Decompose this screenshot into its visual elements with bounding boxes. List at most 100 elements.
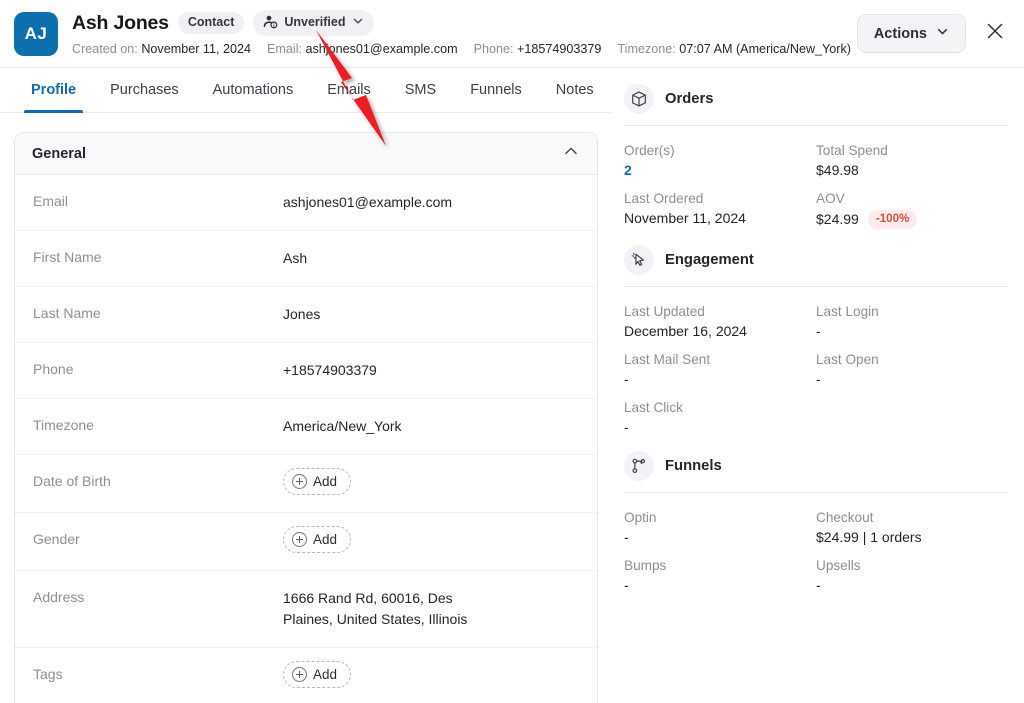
metric-value: $49.98	[816, 162, 859, 178]
panel-header: Funnels	[624, 441, 1008, 492]
close-button[interactable]	[982, 21, 1008, 47]
add-button-label: Add	[313, 667, 338, 682]
header-meta-row: Created on: November 11, 2024 Email: ash…	[72, 42, 857, 56]
timezone-label: Timezone:	[617, 42, 676, 56]
metric-label: Upsells	[816, 557, 861, 573]
metric-label: Last Mail Sent	[624, 351, 711, 367]
avatar: AJ	[14, 11, 58, 56]
metric-value-wrap: -	[624, 371, 816, 387]
divider	[624, 285, 1008, 287]
panel-header: Orders	[624, 74, 1008, 125]
metric-value-wrap: -	[624, 419, 816, 435]
field-row: Date of Birth Add	[15, 455, 597, 513]
chevron-up-icon[interactable]	[562, 142, 580, 165]
field-value: ashjones01@example.com	[283, 194, 453, 210]
created-on-meta: Created on: November 11, 2024	[72, 42, 251, 56]
tab-notes[interactable]: Notes	[539, 68, 611, 112]
field-value: 1666 Rand Rd, 60016, Des Plaines, United…	[283, 590, 468, 627]
metric-cell: Bumps -	[624, 545, 816, 593]
tab-profile[interactable]: Profile	[14, 68, 93, 113]
metric-cell: Total Spend $49.98	[816, 130, 1008, 178]
metric-cell: Checkout $24.99 | 1 orders	[816, 497, 1008, 545]
field-value: Ash	[283, 250, 308, 266]
add-button[interactable]: Add	[283, 661, 352, 688]
actions-button-label: Actions	[873, 25, 927, 42]
field-value: +18574903379	[283, 362, 377, 378]
tab-purchases[interactable]: Purchases	[93, 68, 196, 112]
verification-status-label: Unverified	[284, 15, 346, 30]
field-value: Jones	[283, 306, 321, 322]
timezone-meta: Timezone: 07:07 AM (America/New_York)	[617, 42, 851, 56]
metric-value-wrap: -	[816, 323, 1008, 339]
metric-value-wrap: November 11, 2024	[624, 210, 816, 226]
field-label: Address	[33, 589, 85, 605]
metric-cell: Last Click -	[624, 387, 816, 435]
panel-orders: Orders Order(s) 2 Total Spend $49.98 Last Ord…	[624, 68, 1008, 229]
metric-value-wrap: $49.98	[816, 162, 1008, 178]
panel-title: Orders	[665, 91, 714, 107]
contact-detail-page: AJ Ash Jones Contact Unverified Created …	[0, 0, 1024, 703]
general-field-list: Email ashjones01@example.com First Name Ash…	[15, 175, 597, 703]
add-button-label: Add	[313, 532, 338, 547]
actions-button[interactable]: Actions	[856, 14, 966, 53]
add-button[interactable]: Add	[283, 526, 352, 553]
metric-value-wrap[interactable]: 2	[624, 162, 816, 178]
right-column: Orders Order(s) 2 Total Spend $49.98 Last Ord…	[612, 68, 1024, 703]
contact-type-label: Contact	[187, 15, 235, 30]
created-on-value: November 11, 2024	[141, 42, 251, 56]
panel-engagement: Engagement Last Updated December 16, 2024 L…	[624, 229, 1008, 435]
metric-cell: Last Updated December 16, 2024	[624, 291, 816, 339]
metric-cell: AOV $24.99 -100%	[816, 178, 1008, 229]
metric-label: Total Spend	[816, 143, 888, 158]
metric-value-wrap: -	[624, 529, 816, 545]
general-card-title: General	[32, 145, 86, 162]
metric-value-wrap: $24.99 -100%	[816, 210, 1008, 229]
metric-value: -	[624, 370, 629, 387]
metric-label: Last Open	[816, 351, 879, 367]
plus-circle-icon	[292, 667, 307, 682]
tab-emails[interactable]: Emails	[310, 68, 388, 112]
tab-label: Profile	[31, 82, 77, 98]
add-button[interactable]: Add	[283, 468, 352, 495]
field-row: First Name Ash	[15, 231, 597, 287]
plus-circle-icon	[292, 532, 307, 547]
metric-cell: Last Ordered November 11, 2024	[624, 178, 816, 229]
metric-cell: Last Mail Sent -	[624, 339, 816, 387]
field-value: America/New_York	[283, 418, 402, 434]
chevron-down-icon	[352, 15, 364, 30]
general-card-header[interactable]: General	[15, 133, 597, 175]
metric-cell: Optin -	[624, 497, 816, 545]
phone-label: Phone:	[473, 42, 514, 56]
header-actions-group: Actions	[856, 14, 1008, 53]
left-column: Profile Purchases Automations Emails SMS Funn…	[0, 68, 612, 703]
metric-label: Last Ordered	[624, 191, 704, 206]
field-row: Address 1666 Rand Rd, 60016, Des Plaines,…	[15, 571, 597, 648]
email-label: Email:	[267, 42, 302, 56]
content-area: Profile Purchases Automations Emails SMS Funn…	[0, 68, 1024, 703]
metric-label: Bumps	[624, 557, 667, 573]
panel-header: Engagement	[624, 235, 1008, 286]
field-label: Timezone	[33, 417, 94, 433]
metric-label: AOV	[816, 191, 845, 206]
tab-label: Funnels	[470, 82, 522, 98]
metric-cell: Last Open -	[816, 339, 1008, 387]
metric-cell: Order(s) 2	[624, 130, 816, 178]
metric-value: 2	[624, 162, 632, 178]
tab-label: SMS	[404, 82, 437, 98]
box-icon	[624, 84, 654, 114]
created-on-label: Created on:	[72, 42, 138, 56]
metric-cell: Upsells -	[816, 545, 1008, 593]
chevron-down-icon	[936, 25, 949, 42]
field-label: Date of Birth	[33, 473, 111, 489]
metric-value: -	[624, 576, 629, 593]
panel-metrics-grid: Order(s) 2 Total Spend $49.98 Last Ordered No…	[624, 130, 1008, 229]
tab-label: Automations	[212, 82, 294, 98]
tab-funnels[interactable]: Funnels	[453, 68, 539, 112]
metric-value: -	[816, 370, 821, 387]
verification-status-dropdown[interactable]: Unverified	[253, 9, 374, 37]
email-value: ashjones01@example.com	[305, 42, 458, 56]
tab-sms[interactable]: SMS	[388, 68, 453, 112]
metric-label: Optin	[624, 509, 657, 525]
tab-automations[interactable]: Automations	[196, 68, 311, 112]
metric-value-wrap: -	[816, 371, 1008, 387]
